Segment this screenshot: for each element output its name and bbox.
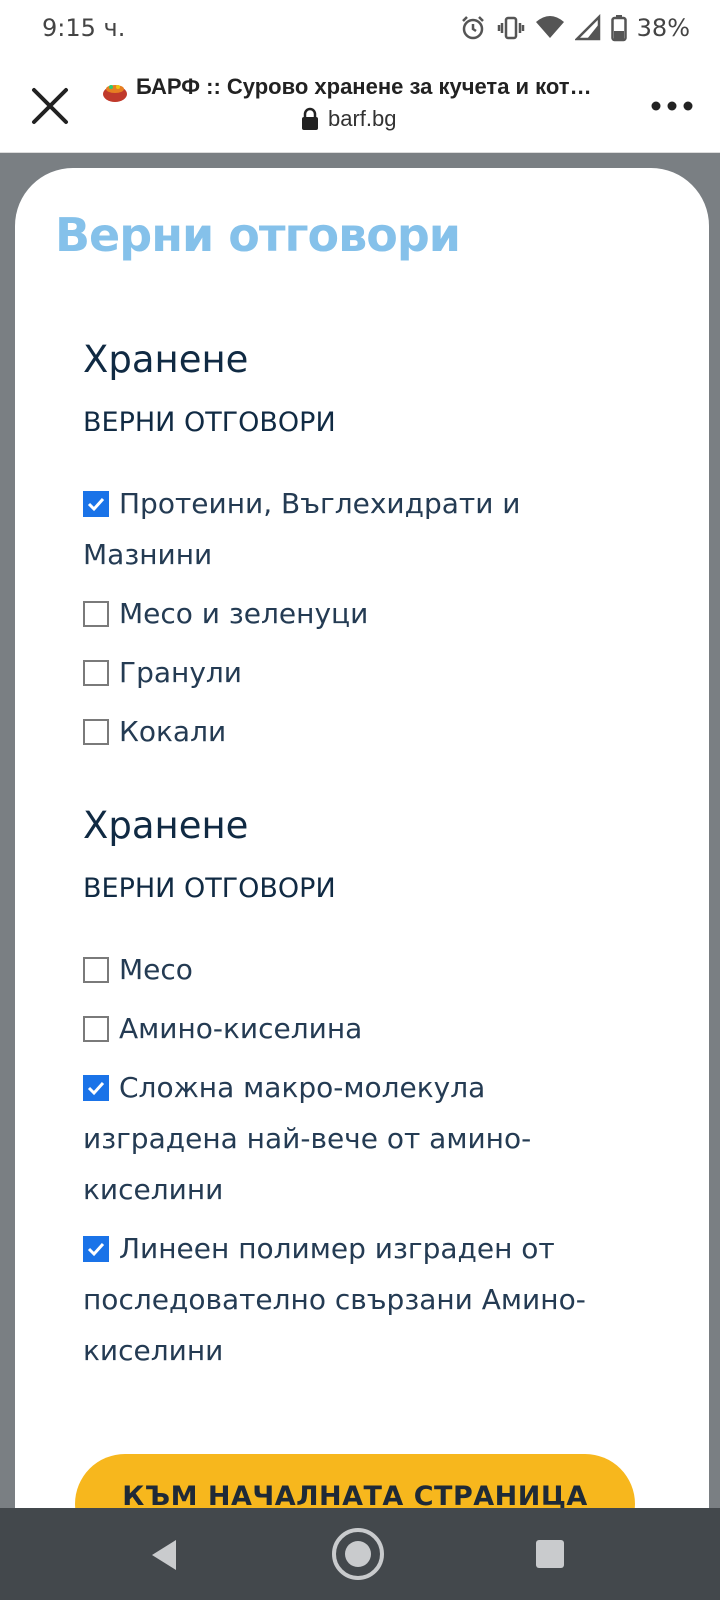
answer-text: Месо и зеленуци bbox=[119, 597, 369, 630]
results-heading: Верни отговори bbox=[55, 208, 461, 262]
answer-item[interactable]: Линеен полимер изграден от последователн… bbox=[83, 1223, 643, 1376]
answer-text: Амино-киселина bbox=[119, 1012, 363, 1045]
section-title: Хранене bbox=[83, 338, 249, 381]
checkbox-unchecked[interactable] bbox=[83, 957, 109, 983]
answer-item[interactable]: Месо и зеленуци bbox=[83, 588, 643, 639]
check-icon bbox=[87, 1242, 105, 1257]
close-icon bbox=[32, 88, 68, 124]
check-icon bbox=[87, 1081, 105, 1096]
system-nav-bar bbox=[0, 1508, 720, 1600]
url-bar[interactable]: barf.bg bbox=[300, 106, 397, 132]
check-icon bbox=[87, 497, 105, 512]
answer-item[interactable]: Кокали bbox=[83, 706, 643, 757]
vibrate-icon bbox=[497, 16, 524, 40]
checkbox-checked[interactable] bbox=[83, 1236, 109, 1262]
signal-icon bbox=[574, 14, 600, 41]
recents-icon[interactable] bbox=[536, 1540, 564, 1568]
section-subtitle: ВЕРНИ ОТГОВОРИ bbox=[83, 873, 336, 904]
answer-text: Месо bbox=[119, 953, 193, 986]
answer-item[interactable]: Гранули bbox=[83, 647, 643, 698]
back-icon[interactable] bbox=[148, 1538, 180, 1572]
checkbox-checked[interactable] bbox=[83, 491, 109, 517]
more-icon bbox=[651, 101, 693, 111]
answer-item[interactable]: Месо bbox=[83, 944, 643, 995]
answer-text: Протеини, Въглехидрати и Мазнини bbox=[83, 487, 521, 571]
checkbox-unchecked[interactable] bbox=[83, 1016, 109, 1042]
results-card: Верни отговори Хранене ВЕРНИ ОТГОВОРИ Пр… bbox=[15, 168, 709, 1554]
browser-toolbar: БАРФ :: Сурово хранене за кучета и кот… … bbox=[0, 60, 720, 153]
close-button[interactable] bbox=[26, 82, 74, 130]
battery-percent: 38% bbox=[636, 14, 690, 42]
answer-text: Гранули bbox=[119, 656, 242, 689]
section-title: Хранене bbox=[83, 804, 249, 847]
answer-item[interactable]: Амино-киселина bbox=[83, 1003, 643, 1054]
answer-text: Кокали bbox=[119, 715, 227, 748]
answer-text: Сложна макро-молекула изградена най-вече… bbox=[83, 1071, 532, 1206]
battery-icon bbox=[610, 15, 627, 42]
answer-item[interactable]: Сложна макро-молекула изградена най-вече… bbox=[83, 1062, 643, 1215]
checkbox-unchecked[interactable] bbox=[83, 719, 109, 745]
url-text: barf.bg bbox=[328, 106, 397, 131]
site-favicon-icon bbox=[103, 85, 127, 102]
alarm-icon bbox=[461, 16, 484, 40]
status-bar: 9:15 ч. 38% bbox=[0, 0, 720, 60]
status-icons: 38% bbox=[459, 14, 690, 42]
wifi-icon bbox=[535, 16, 564, 38]
answer-text: Линеен полимер изграден от последователн… bbox=[83, 1232, 586, 1367]
checkbox-unchecked[interactable] bbox=[83, 601, 109, 627]
page-title: БАРФ :: Сурово хранене за кучета и кот… bbox=[136, 74, 592, 99]
answer-item[interactable]: Протеини, Въглехидрати и Мазнини bbox=[83, 478, 643, 580]
quiz-section-2: Хранене ВЕРНИ ОТГОВОРИ Месо Амино-кисели… bbox=[83, 804, 643, 1376]
lock-icon bbox=[302, 107, 318, 130]
more-menu-button[interactable] bbox=[648, 86, 696, 126]
checkbox-unchecked[interactable] bbox=[83, 660, 109, 686]
quiz-section-1: Хранене ВЕРНИ ОТГОВОРИ Протеини, Въглехи… bbox=[83, 338, 643, 757]
status-time: 9:15 ч. bbox=[42, 14, 126, 42]
checkbox-checked[interactable] bbox=[83, 1075, 109, 1101]
section-subtitle: ВЕРНИ ОТГОВОРИ bbox=[83, 407, 336, 438]
home-icon[interactable] bbox=[330, 1526, 386, 1582]
